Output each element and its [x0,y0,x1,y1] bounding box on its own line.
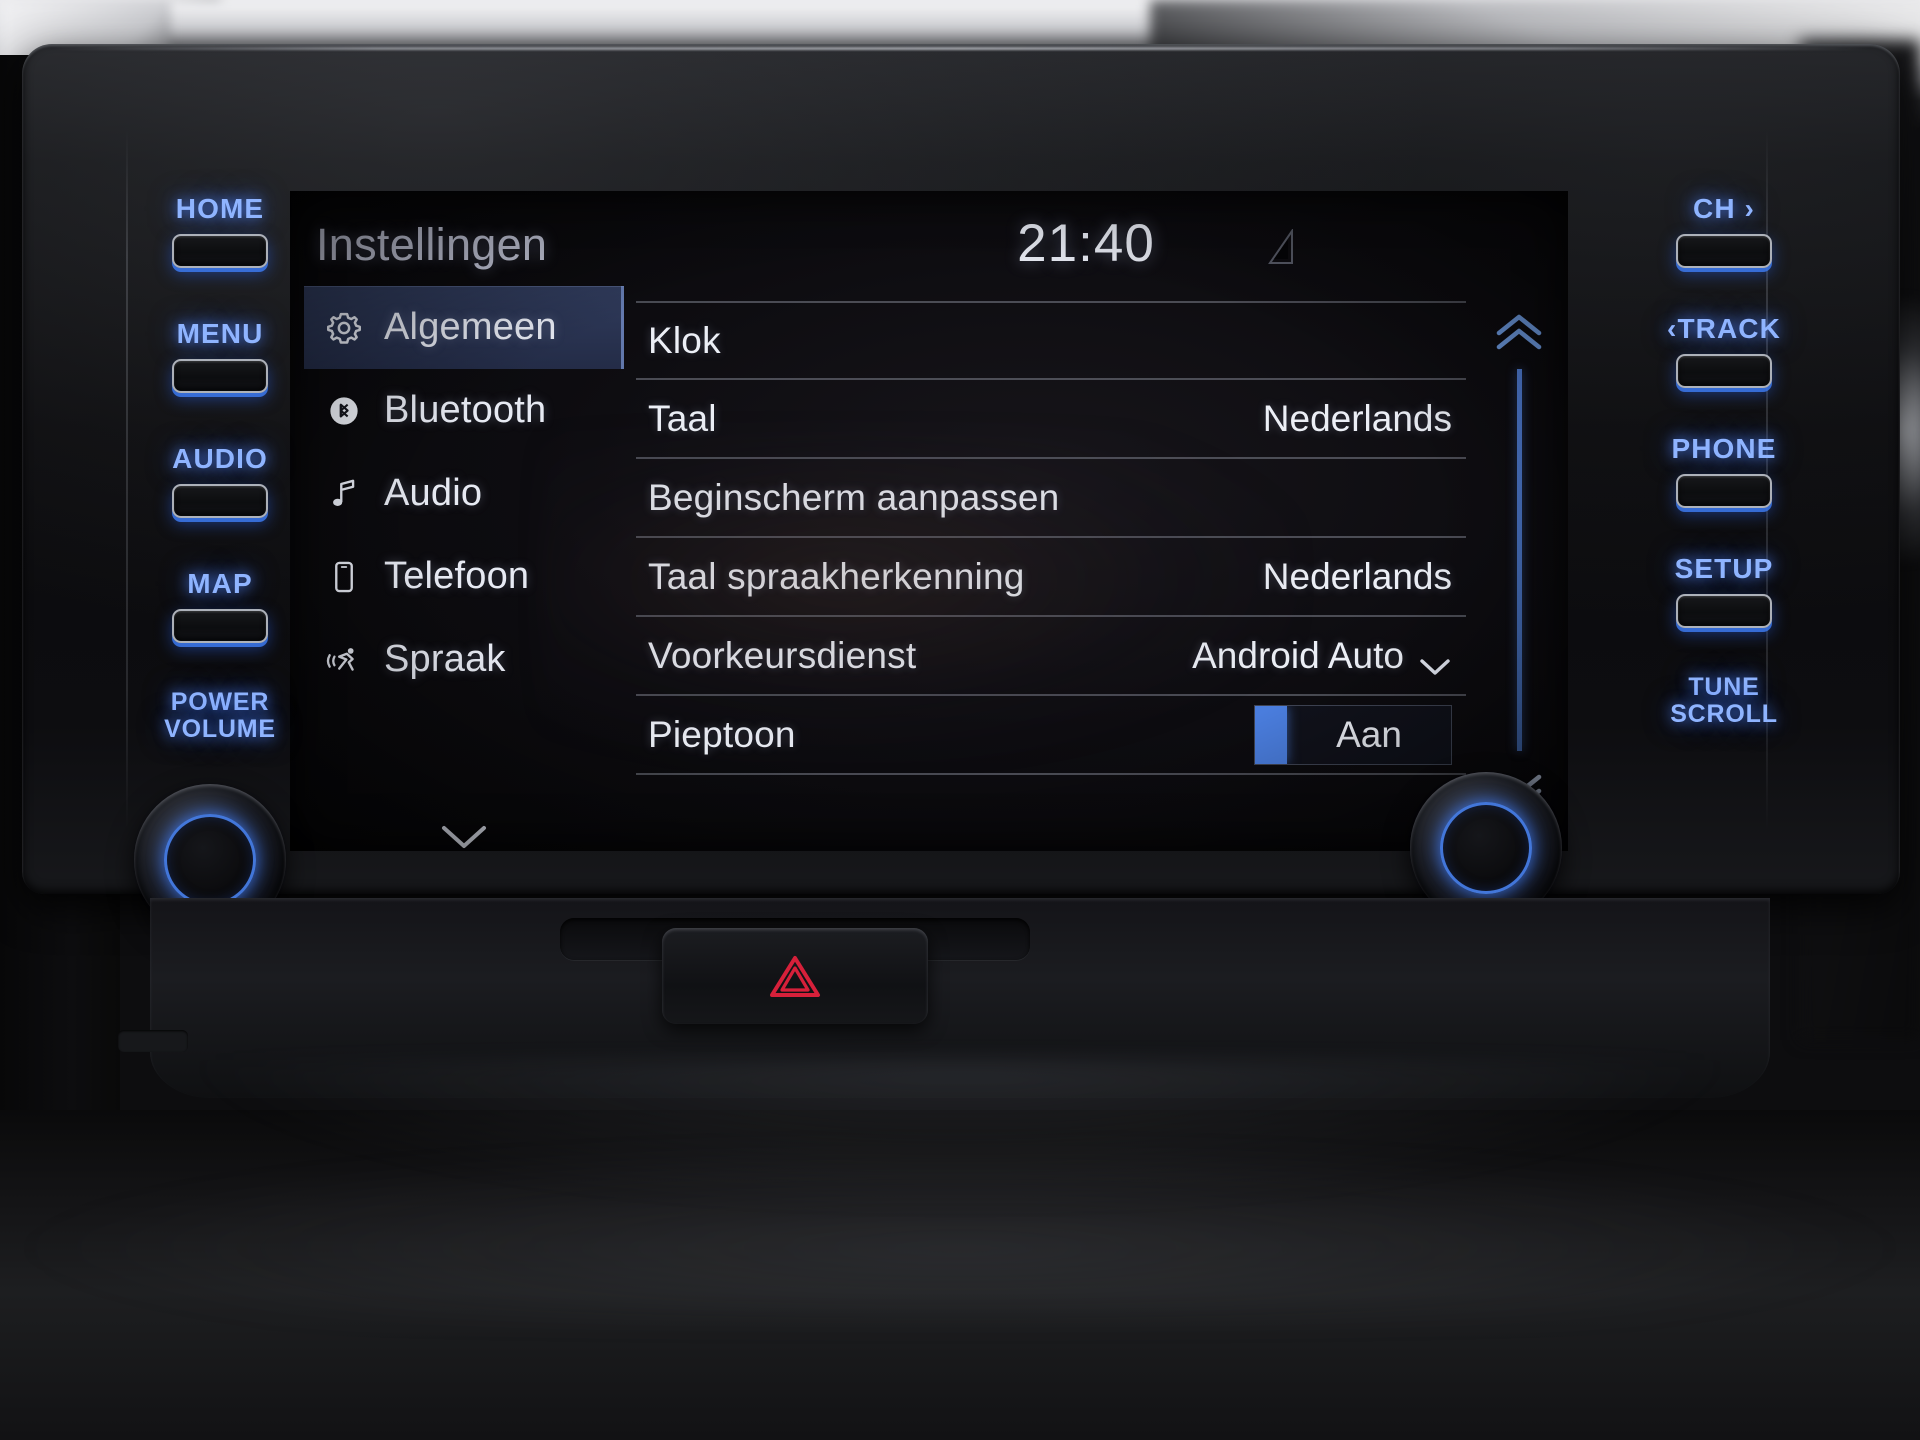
bezel-seam-left [126,130,128,830]
setting-label: Taal [648,397,717,439]
home-button-label: HOME [175,193,265,224]
sidebar-item-audio[interactable]: Audio [304,452,624,535]
sidebar-item-bluetooth[interactable]: Bluetooth [304,369,624,452]
setting-value: Nederlands [1262,397,1452,439]
setup-key-cap[interactable] [1676,593,1772,628]
menu-button[interactable]: MENU [130,319,310,393]
chevron-down-icon[interactable] [1418,645,1452,675]
page-title: Instellingen [316,219,548,270]
setting-row-taal-spraakherkenning[interactable]: Taal spraakherkenning Nederlands [636,538,1466,617]
setting-row-voorkeursdienst[interactable]: Voorkeursdienst Android Auto [636,617,1466,696]
track-key-cap[interactable] [1676,353,1772,388]
tune-scroll-label: TUNE SCROLL [1670,673,1778,728]
audio-button-label: AUDIO [172,443,268,474]
head-unit-bezel: Instellingen 21:40 Algemeen Bluetooth Au… [22,44,1900,936]
list-scrollbar[interactable] [1485,311,1555,831]
settings-rows: Klok Taal Nederlands Beginscherm aanpass… [636,301,1466,775]
sidebar-item-label: Spraak [384,638,506,680]
phone-key-cap[interactable] [1676,473,1772,508]
menu-key-cap[interactable] [172,358,268,393]
voorkeursdienst-value: Android Auto [1192,634,1404,676]
sidebar-item-spraak[interactable]: Spraak [304,618,624,701]
audio-button[interactable]: AUDIO [130,444,310,518]
power-volume-knob-label-group: POWER VOLUME [130,689,310,742]
lcd-screen: Instellingen 21:40 Algemeen Bluetooth Au… [290,191,1568,851]
setting-row-pieptoon[interactable]: Pieptoon Aan [636,696,1466,775]
sidebar-item-telefoon[interactable]: Telefoon [304,535,624,618]
phone-button-label: PHONE [1671,433,1777,464]
pieptoon-toggle[interactable]: Aan [1254,704,1452,765]
sidebar-item-label: Algemeen [384,306,557,348]
voice-icon [322,638,366,682]
double-chevron-up-icon[interactable] [1491,311,1547,355]
setting-label: Voorkeursdienst [648,634,917,676]
home-button[interactable]: HOME [130,194,310,268]
track-back-button[interactable]: ‹TRACK [1634,314,1814,388]
setting-value: Nederlands [1262,555,1452,597]
sidebar-item-label: Bluetooth [384,389,547,431]
setting-row-taal[interactable]: Taal Nederlands [636,380,1466,459]
channel-button-label: CH › [1693,193,1755,224]
toggle-state-label: Aan [1336,713,1402,755]
map-key-cap[interactable] [172,608,268,643]
clock: 21:40 [1017,214,1155,273]
sidebar-item-label: Telefoon [384,555,530,597]
chevron-down-icon[interactable] [436,816,492,851]
signal-bars-icon [1268,227,1294,265]
setup-button[interactable]: SETUP [1634,554,1814,628]
tune-scroll-knob-label-group: TUNE SCROLL [1634,674,1814,727]
toggle-on-indicator [1255,705,1287,764]
music-note-icon [322,472,366,516]
track-button-label: ‹TRACK [1667,313,1781,344]
phone-icon [322,555,366,599]
settings-category-list[interactable]: Algemeen Bluetooth Audio Telefoon Spraak [304,286,624,848]
power-volume-label: POWER VOLUME [164,688,276,743]
gear-icon [322,306,366,350]
bluetooth-icon [322,389,366,433]
setting-label: Klok [648,319,721,361]
setup-button-label: SETUP [1674,553,1774,584]
infotainment-screenshot: Instellingen 21:40 Algemeen Bluetooth Au… [0,0,1920,1440]
hazard-triangle-icon [768,952,822,1000]
scrollbar-track[interactable] [1517,369,1522,751]
channel-key-cap[interactable] [1676,233,1772,268]
audio-key-cap[interactable] [172,483,268,518]
setting-label: Taal spraakherkenning [648,555,1025,597]
setting-label: Pieptoon [648,713,796,755]
channel-up-button[interactable]: CH › [1634,194,1814,268]
phone-button[interactable]: PHONE [1634,434,1814,508]
home-key-cap[interactable] [172,233,268,268]
setting-row-klok[interactable]: Klok [636,301,1466,380]
setting-value-group: Android Auto [1192,635,1452,677]
map-button-label: MAP [187,568,253,599]
sidebar-item-label: Audio [384,472,483,514]
hazard-light-button[interactable] [662,928,928,1024]
dash-sheen [200,1060,1720,1210]
setting-row-beginscherm-aanpassen[interactable]: Beginscherm aanpassen [636,459,1466,538]
map-button[interactable]: MAP [130,569,310,643]
setting-label: Beginscherm aanpassen [648,476,1060,518]
sidebar-item-algemeen[interactable]: Algemeen [304,286,624,369]
menu-button-label: MENU [176,318,264,349]
dash-left-notch [118,1030,188,1052]
